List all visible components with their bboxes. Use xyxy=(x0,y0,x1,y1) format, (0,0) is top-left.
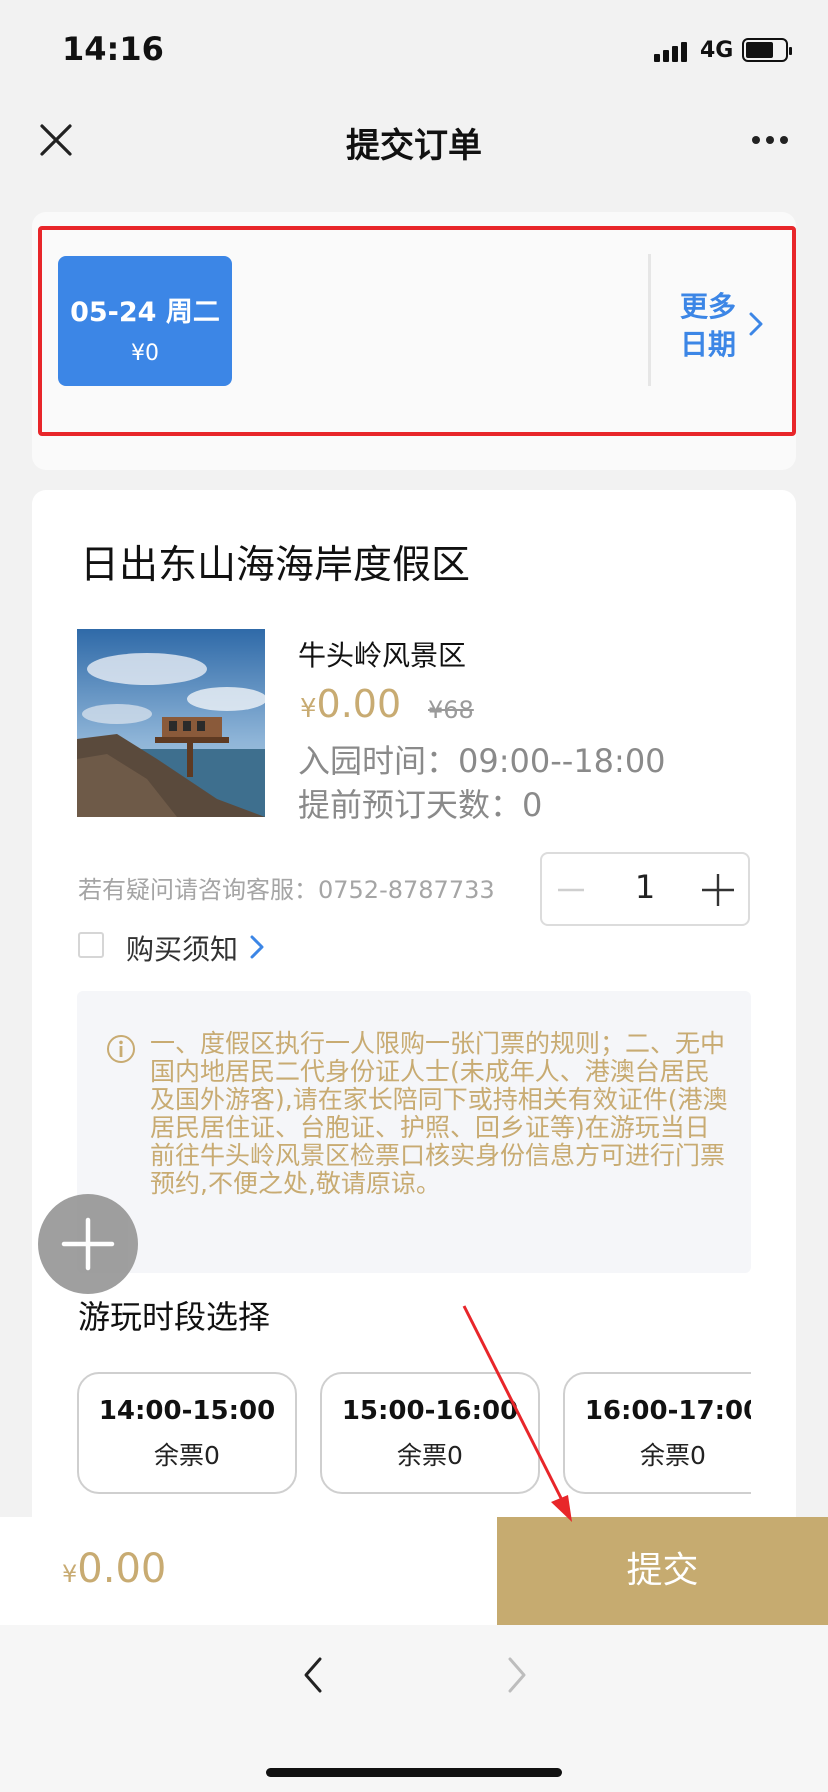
signal-icon xyxy=(654,38,690,62)
annotation-highlight-box xyxy=(38,226,796,436)
quantity-value[interactable]: 1 xyxy=(600,868,690,906)
time-slot[interactable]: 15:00-16:00 余票0 xyxy=(320,1372,540,1494)
network-label: 4G xyxy=(700,38,734,63)
original-price: ¥68 xyxy=(428,696,474,724)
total-value: 0.00 xyxy=(77,1546,167,1592)
scenic-thumbnail xyxy=(77,629,265,817)
price: ¥0.00 xyxy=(300,682,401,726)
open-time: 入园时间：09:00--18:00 xyxy=(298,742,666,780)
purchase-notice-link[interactable]: 购买须知 xyxy=(126,928,238,968)
browser-toolbar xyxy=(0,1625,828,1792)
status-time: 14:16 xyxy=(62,30,164,68)
chevron-right-icon[interactable] xyxy=(248,934,266,960)
service-phone: 若有疑问请咨询客服：0752-8787733 xyxy=(78,876,495,904)
price-symbol: ¥ xyxy=(300,694,317,724)
time-slot-time: 15:00-16:00 xyxy=(341,1396,519,1426)
advance-days: 提前预订天数：0 xyxy=(298,786,543,824)
submit-button[interactable]: 提交 xyxy=(497,1517,828,1625)
add-icon[interactable] xyxy=(38,1194,138,1294)
minus-icon[interactable] xyxy=(556,870,586,910)
more-icon[interactable] xyxy=(752,130,792,150)
battery-icon xyxy=(742,38,792,62)
total-symbol: ¥ xyxy=(62,1560,78,1588)
time-slot-time: 14:00-15:00 xyxy=(98,1396,276,1426)
agree-checkbox[interactable] xyxy=(78,932,104,958)
time-slot-scroller[interactable]: 14:00-15:00 余票0 15:00-16:00 余票0 16:00-17… xyxy=(77,1372,751,1498)
resort-title: 日出东山海海岸度假区 xyxy=(80,543,471,588)
time-slot[interactable]: 16:00-17:00 余票0 xyxy=(563,1372,751,1494)
forward-chevron-icon[interactable] xyxy=(504,1655,530,1695)
time-slot-title: 游玩时段选择 xyxy=(78,1298,271,1336)
home-indicator xyxy=(266,1768,562,1777)
time-slot-remaining: 余票0 xyxy=(397,1441,463,1470)
plus-icon[interactable] xyxy=(700,870,736,910)
time-slot-time: 16:00-17:00 xyxy=(584,1396,751,1426)
price-value: 0.00 xyxy=(316,682,402,726)
scenic-name: 牛头岭风景区 xyxy=(298,639,467,672)
time-slot-remaining: 余票0 xyxy=(640,1441,706,1470)
time-slot[interactable]: 14:00-15:00 余票0 xyxy=(77,1372,297,1494)
info-icon xyxy=(106,1034,136,1064)
notice-text: 一、度假区执行一人限购一张门票的规则；二、无中国内地居民二代身份证人士(未成年人… xyxy=(150,1029,728,1198)
page-title: 提交订单 xyxy=(346,126,482,166)
total-price: ¥0.00 xyxy=(62,1546,166,1592)
time-slot-remaining: 余票0 xyxy=(154,1441,220,1470)
back-chevron-icon[interactable] xyxy=(300,1655,326,1695)
